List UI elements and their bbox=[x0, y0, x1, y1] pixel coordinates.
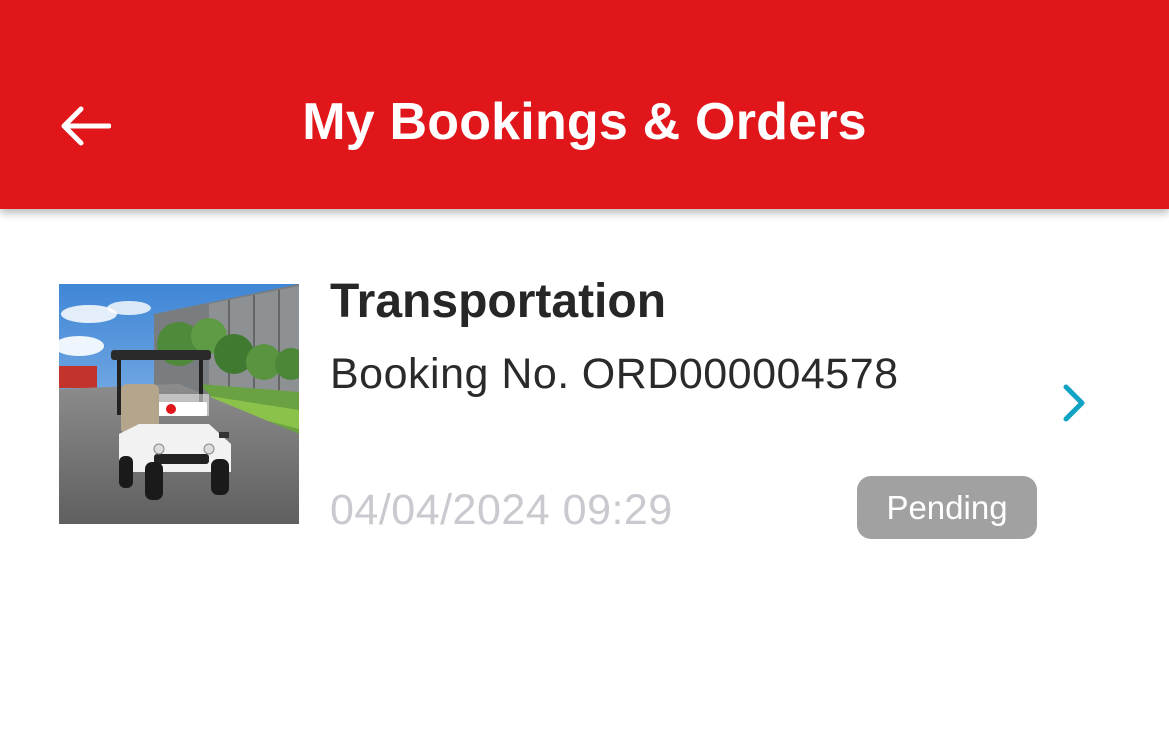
booking-thumbnail bbox=[59, 284, 299, 524]
booking-number-row: Booking No. ORD000004578 bbox=[330, 350, 899, 399]
page-title: My Bookings & Orders bbox=[302, 93, 867, 151]
booking-list-item[interactable]: Transportation Booking No. ORD000004578 0… bbox=[0, 240, 1169, 560]
chevron-right-icon[interactable] bbox=[1058, 383, 1090, 423]
app-header: My Bookings & Orders bbox=[0, 0, 1169, 209]
booking-number-label: Booking No. bbox=[330, 350, 570, 398]
status-badge: Pending bbox=[857, 476, 1037, 539]
service-name: Transportation bbox=[330, 275, 667, 328]
booking-number-value: ORD000004578 bbox=[581, 350, 899, 398]
booking-datetime: 04/04/2024 09:29 bbox=[330, 486, 673, 534]
golf-cart-photo bbox=[59, 284, 299, 524]
app-screen: My Bookings & Orders Transportation Book… bbox=[0, 0, 1169, 754]
